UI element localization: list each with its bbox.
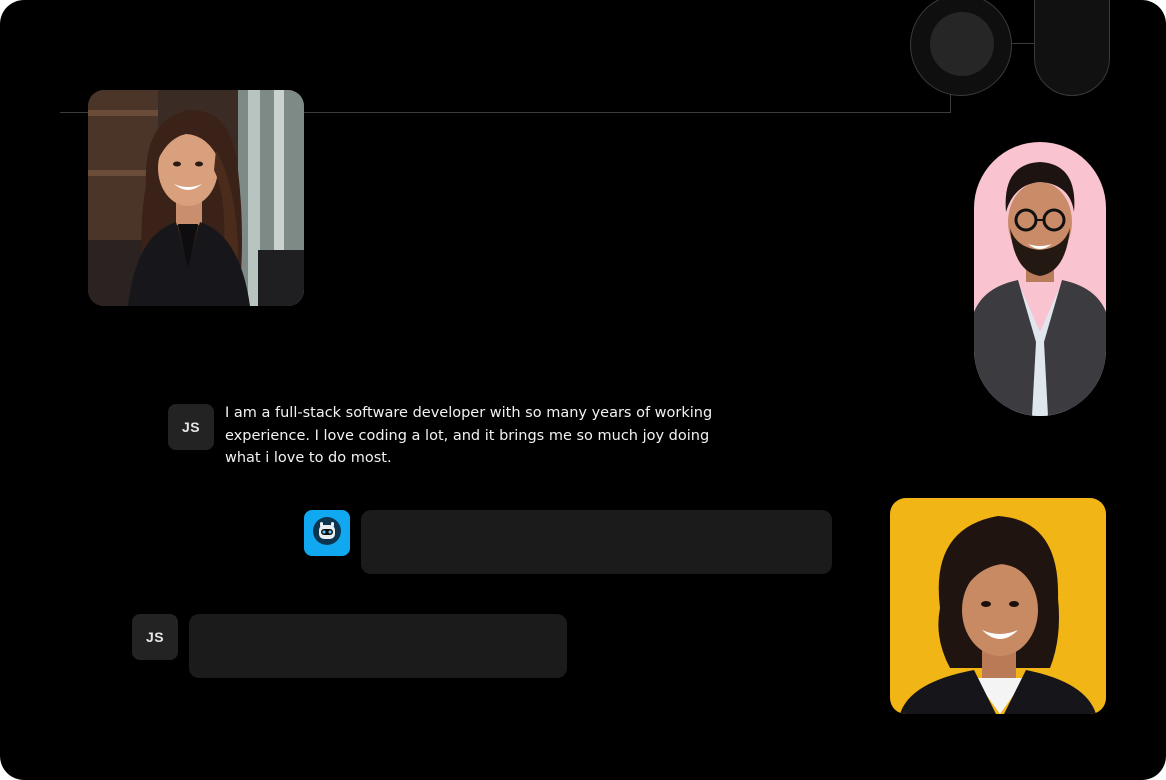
hero-canvas: JS I am a full-stack software developer … — [0, 0, 1166, 780]
decor-link — [1012, 43, 1036, 44]
robot-icon — [312, 516, 342, 550]
bot-message-bubble — [361, 510, 832, 574]
decor-pill — [1034, 0, 1110, 96]
portrait-man-glasses — [974, 142, 1106, 416]
user-message-bubble — [189, 614, 567, 678]
decor-circle-inner — [930, 12, 994, 76]
portrait-woman-yellow — [890, 498, 1106, 714]
user-message-text: I am a full-stack software developer wit… — [225, 405, 713, 466]
user-avatar-reply: JS — [132, 614, 178, 660]
user-avatar: JS — [168, 404, 214, 450]
bot-avatar — [304, 510, 350, 556]
portrait-woman-office — [88, 90, 304, 306]
